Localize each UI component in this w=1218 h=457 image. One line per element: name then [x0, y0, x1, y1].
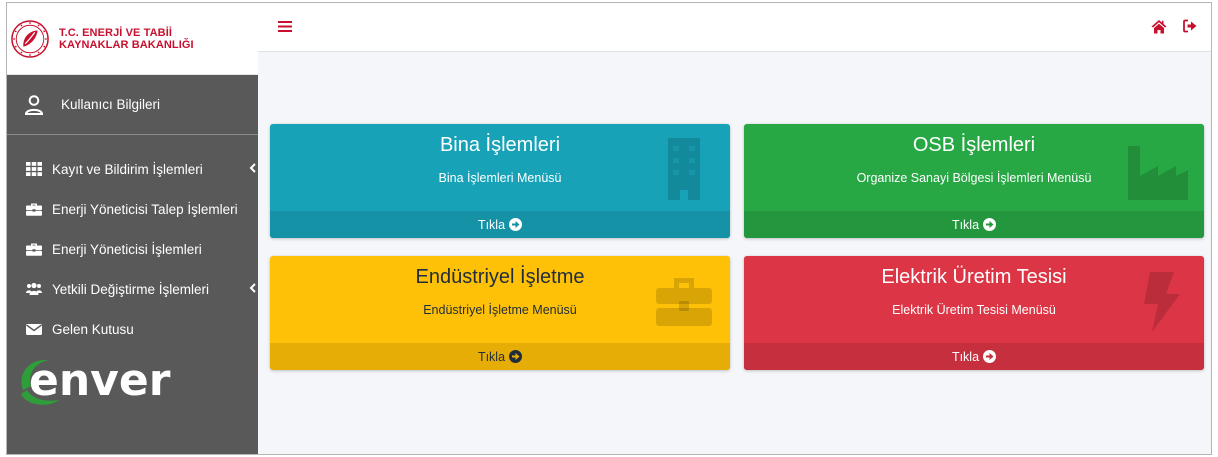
arrow-circle-right-icon [509, 350, 523, 363]
card-link-label: Tıkla [951, 217, 980, 232]
card-link-label: Tıkla [477, 349, 506, 364]
envelope-icon [26, 324, 42, 335]
app-window: T.C. ENERJİ VE TABİİ KAYNAKLAR BAKANLIĞI… [6, 2, 1212, 455]
ministry-name-line1: T.C. ENERJİ VE TABİİ [59, 26, 173, 39]
arrow-circle-right-icon [983, 218, 997, 231]
briefcase-icon [656, 278, 712, 326]
sidebar-item-label: Yetkili Değiştirme İşlemleri [52, 281, 210, 297]
sidebar-item-enerji-yoneticisi-talep[interactable]: Enerji Yöneticisi Talep İşlemleri [7, 189, 258, 229]
sidebar: T.C. ENERJİ VE TABİİ KAYNAKLAR BAKANLIĞI… [7, 3, 258, 454]
industry-icon [1128, 146, 1188, 200]
sidebar-item-label: Enerji Yöneticisi Talep İşlemleri [52, 201, 238, 217]
chevron-left-icon [249, 163, 256, 173]
product-name: enver [29, 355, 171, 406]
grid-icon [26, 162, 42, 176]
briefcase-icon [26, 203, 42, 216]
card-link[interactable]: Tıkla [270, 343, 730, 370]
arrow-circle-right-icon [509, 218, 523, 231]
card-osb-islemleri: OSB İşlemleri Organize Sanayi Bölgesi İş… [744, 124, 1204, 238]
card-endustriyel-isletme: Endüstriyel İşletme Endüstriyel İşletme … [270, 256, 730, 370]
sidebar-item-gelen-kutusu[interactable]: Gelen Kutusu [7, 309, 258, 349]
brand-header[interactable]: T.C. ENERJİ VE TABİİ KAYNAKLAR BAKANLIĞI [7, 3, 258, 75]
card-link-label: Tıkla [477, 217, 506, 232]
sidebar-item-label: Gelen Kutusu [52, 321, 134, 337]
top-navbar [258, 3, 1211, 52]
user-icon [24, 94, 44, 115]
building-icon [668, 138, 700, 200]
ministry-name-line2: KAYNAKLAR BAKANLIĞI [59, 38, 194, 51]
sidebar-item-enerji-yoneticisi[interactable]: Enerji Yöneticisi İşlemleri [7, 229, 258, 269]
ministry-name: T.C. ENERJİ VE TABİİ KAYNAKLAR BAKANLIĞI [59, 27, 194, 51]
arrow-circle-right-icon [983, 350, 997, 363]
card-elektrik-uretim-tesisi: Elektrik Üretim Tesisi Elektrik Üretim T… [744, 256, 1204, 370]
users-icon [26, 282, 42, 295]
sidebar-item-label: Kayıt ve Bildirim İşlemleri [52, 161, 203, 177]
card-link[interactable]: Tıkla [270, 211, 730, 238]
sidebar-item-kayit-bildirim[interactable]: Kayıt ve Bildirim İşlemleri [7, 149, 258, 189]
briefcase-icon [26, 243, 42, 256]
card-bina-islemleri: Bina İşlemleri Bina İşlemleri Menüsü Tık… [270, 124, 730, 238]
card-link[interactable]: Tıkla [744, 343, 1204, 370]
chevron-left-icon [249, 283, 256, 293]
home-icon[interactable] [1151, 19, 1167, 34]
bolt-icon [1144, 272, 1180, 332]
user-info-label: Kullanıcı Bilgileri [61, 97, 161, 112]
user-info-link[interactable]: Kullanıcı Bilgileri [7, 75, 258, 135]
hamburger-icon[interactable] [278, 19, 292, 33]
sign-out-icon[interactable] [1183, 19, 1197, 33]
sidebar-item-yetkili-degistirme[interactable]: Yetkili Değiştirme İşlemleri [7, 269, 258, 309]
card-link[interactable]: Tıkla [744, 211, 1204, 238]
ministry-logo-icon [11, 19, 49, 58]
enver-logo: enver [21, 355, 171, 406]
sidebar-item-label: Enerji Yöneticisi İşlemleri [52, 241, 202, 257]
card-link-label: Tıkla [951, 349, 980, 364]
